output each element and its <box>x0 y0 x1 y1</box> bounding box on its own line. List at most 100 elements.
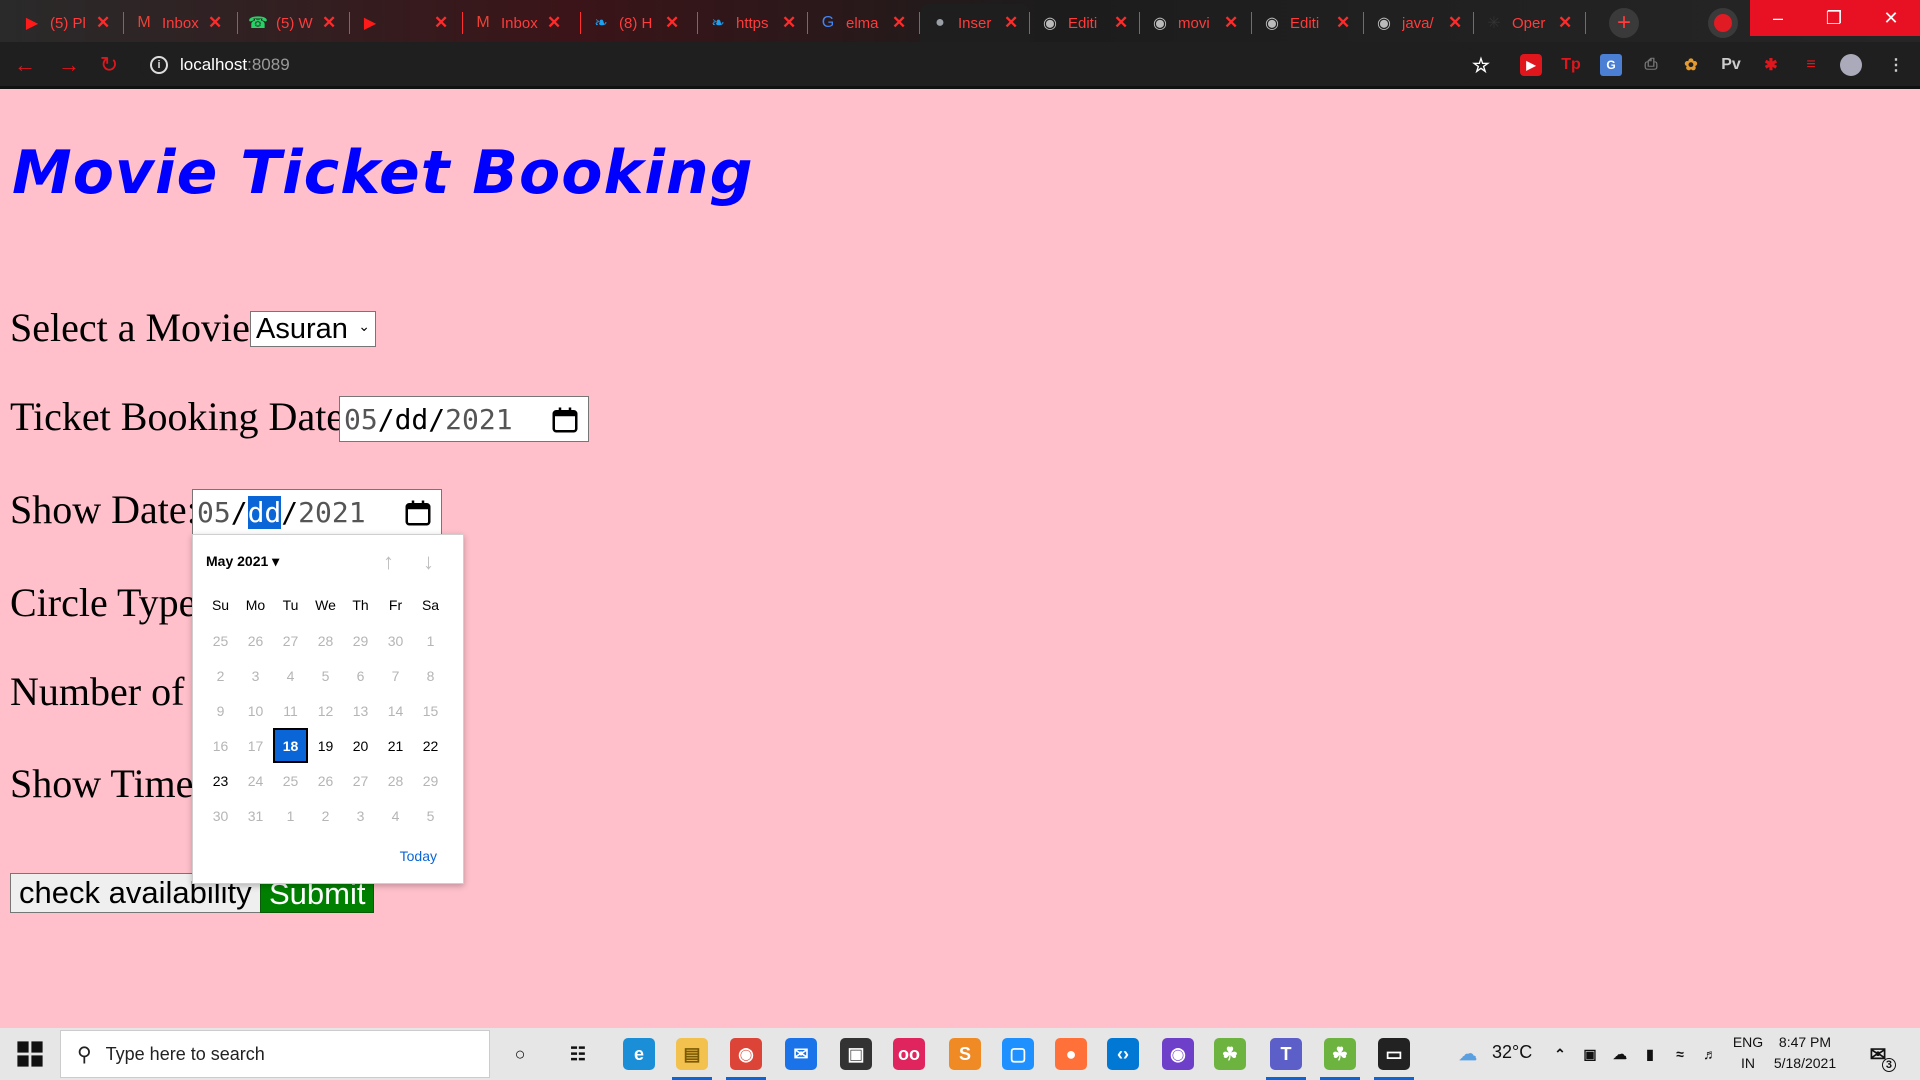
windows-start-icon[interactable] <box>10 1040 50 1068</box>
close-tab-icon[interactable]: ✕ <box>1224 13 1238 33</box>
volume-icon[interactable]: ♬ <box>1694 1038 1726 1070</box>
browser-tab[interactable]: ▶ (5) Pl ✕ <box>12 4 124 42</box>
weather-temperature[interactable]: 32°C <box>1492 1042 1532 1063</box>
spring-icon[interactable]: ☘ <box>1214 1038 1246 1070</box>
reload-icon[interactable]: ↻ <box>96 52 122 78</box>
browser-tab[interactable]: ◉ java/ ✕ <box>1364 4 1474 42</box>
next-month-icon[interactable]: ↓ <box>423 549 434 575</box>
firefox-icon[interactable]: ● <box>1055 1038 1087 1070</box>
calendar-day[interactable]: 22 <box>413 728 448 763</box>
store-icon[interactable]: ▣ <box>840 1038 872 1070</box>
teams-icon[interactable]: T <box>1270 1038 1302 1070</box>
pv-ext-icon[interactable]: Pv <box>1720 54 1742 76</box>
today-button[interactable]: Today <box>400 848 437 864</box>
booking-date-year[interactable]: 2021 <box>445 403 512 436</box>
site-info-icon[interactable]: i <box>150 56 168 74</box>
github-desktop-icon[interactable]: ◉ <box>1162 1038 1194 1070</box>
close-tab-icon[interactable]: ✕ <box>96 13 110 33</box>
mail-icon[interactable]: ✉ <box>785 1038 817 1070</box>
browser-tab[interactable]: ❧ https ✕ <box>698 4 808 42</box>
close-tab-icon[interactable]: ✕ <box>434 13 448 33</box>
close-window-button[interactable]: ✕ <box>1862 0 1920 36</box>
close-tab-icon[interactable]: ✕ <box>892 13 906 33</box>
wifi-icon[interactable]: ≈ <box>1664 1038 1696 1070</box>
calendar-day[interactable]: 20 <box>343 728 378 763</box>
spring-2-icon[interactable]: ☘ <box>1324 1038 1356 1070</box>
previous-month-icon[interactable]: ↑ <box>383 549 394 575</box>
youtube-ext-icon[interactable]: ▶ <box>1520 54 1542 76</box>
cloud-icon[interactable]: ☁ <box>1604 1038 1636 1070</box>
browser-tab[interactable]: ◉ Editi ✕ <box>1252 4 1364 42</box>
calendar-day[interactable]: 23 <box>203 763 238 798</box>
booking-date-input[interactable]: 05/dd/2021 <box>339 396 589 442</box>
close-tab-icon[interactable]: ✕ <box>1448 13 1462 33</box>
close-tab-icon[interactable]: ✕ <box>547 13 561 33</box>
vscode-icon[interactable]: ‹› <box>1107 1038 1139 1070</box>
calendar-day[interactable]: 19 <box>308 728 343 763</box>
file-explorer-icon[interactable]: ▤ <box>676 1038 708 1070</box>
task-view-icon[interactable]: ☷ <box>562 1038 594 1070</box>
close-tab-icon[interactable]: ✕ <box>322 13 336 33</box>
kebab-menu-icon[interactable]: ⋮ <box>1885 54 1907 76</box>
bookmark-star-icon[interactable]: ☆ <box>1470 54 1492 77</box>
cookie-ext-icon[interactable]: ✿ <box>1680 54 1702 76</box>
browser-tab[interactable]: ◉ Editi ✕ <box>1030 4 1140 42</box>
sublime-icon[interactable]: S <box>949 1038 981 1070</box>
calendar-day-selected[interactable]: 18 <box>273 728 308 763</box>
show-date-input[interactable]: 05/dd/2021 <box>192 489 442 535</box>
address-bar[interactable]: i localhost:8089 <box>140 47 1480 83</box>
browser-tab[interactable]: ☎ (5) W ✕ <box>238 4 350 42</box>
month-selector[interactable]: May 2021 ▾ <box>206 553 279 570</box>
restore-button[interactable]: ❐ <box>1806 0 1862 36</box>
browser-tab[interactable]: ❧ (8) H ✕ <box>581 4 698 42</box>
clock[interactable]: 8:47 PM 5/18/2021 <box>1770 1032 1840 1074</box>
language-indicator[interactable]: ENG IN <box>1728 1032 1768 1074</box>
calendar-icon[interactable] <box>550 405 580 435</box>
calendar-icon[interactable] <box>403 498 433 528</box>
close-tab-icon[interactable]: ✕ <box>1114 13 1128 33</box>
reading-list-icon[interactable]: ≡ <box>1800 54 1822 76</box>
device-icon[interactable]: ▣ <box>1574 1038 1606 1070</box>
forward-icon[interactable]: → <box>56 52 82 78</box>
close-tab-icon[interactable]: ✕ <box>1004 13 1018 33</box>
minimize-button[interactable]: – <box>1750 0 1806 36</box>
close-tab-icon[interactable]: ✕ <box>1558 13 1572 33</box>
app-oo-icon[interactable]: oo <box>893 1038 925 1070</box>
browser-tab[interactable]: ✳ Oper ✕ <box>1474 4 1586 42</box>
browser-tab[interactable]: M Inbox ✕ <box>463 4 581 42</box>
calendar-day[interactable]: 21 <box>378 728 413 763</box>
cortana-icon[interactable]: ○ <box>504 1038 536 1070</box>
profile-menu-icon[interactable] <box>1708 8 1738 38</box>
battery-icon[interactable]: ▮ <box>1634 1038 1666 1070</box>
tp-ext-icon[interactable]: Tp <box>1560 54 1582 76</box>
weather-icon[interactable]: ☁ <box>1452 1038 1484 1070</box>
puzzle-ext-icon[interactable]: ✱ <box>1760 54 1782 76</box>
new-tab-button[interactable]: + <box>1609 8 1639 38</box>
booking-date-month[interactable]: 05 <box>344 403 378 436</box>
show-date-year[interactable]: 2021 <box>298 496 365 529</box>
browser-tab[interactable]: M Inbox ✕ <box>124 4 238 42</box>
close-tab-icon[interactable]: ✕ <box>782 13 796 33</box>
booking-date-day[interactable]: dd <box>395 403 429 436</box>
avatar[interactable] <box>1840 54 1862 76</box>
close-tab-icon[interactable]: ✕ <box>208 13 222 33</box>
movie-select[interactable]: Asuran ⌄ <box>250 311 376 347</box>
browser-tab[interactable]: Gelma ✕ <box>808 4 920 42</box>
printer-ext-icon[interactable]: ⎙ <box>1640 54 1662 76</box>
show-date-day[interactable]: dd <box>247 495 282 529</box>
taskbar-search-input[interactable]: ⚲ Type here to search <box>60 1030 490 1078</box>
browser-tab[interactable]: ◉ movi ✕ <box>1140 4 1252 42</box>
chevron-up-icon[interactable]: ⌃ <box>1544 1038 1576 1070</box>
close-tab-icon[interactable]: ✕ <box>1336 13 1350 33</box>
browser-tab[interactable]: ● Inser ✕ <box>920 4 1030 42</box>
mysql-icon[interactable]: ▭ <box>1378 1038 1410 1070</box>
chrome-icon[interactable]: ◉ <box>730 1038 762 1070</box>
browser-tab[interactable]: ▶ ✕ <box>350 4 463 42</box>
back-icon[interactable]: ← <box>12 52 38 78</box>
notification-center-icon[interactable]: ✉ 3 <box>1862 1038 1896 1072</box>
close-tab-icon[interactable]: ✕ <box>665 13 679 33</box>
show-date-month[interactable]: 05 <box>197 496 231 529</box>
edge-icon[interactable]: e <box>623 1038 655 1070</box>
translate-ext-icon[interactable]: G <box>1600 54 1622 76</box>
app-blue-icon[interactable]: ▢ <box>1002 1038 1034 1070</box>
